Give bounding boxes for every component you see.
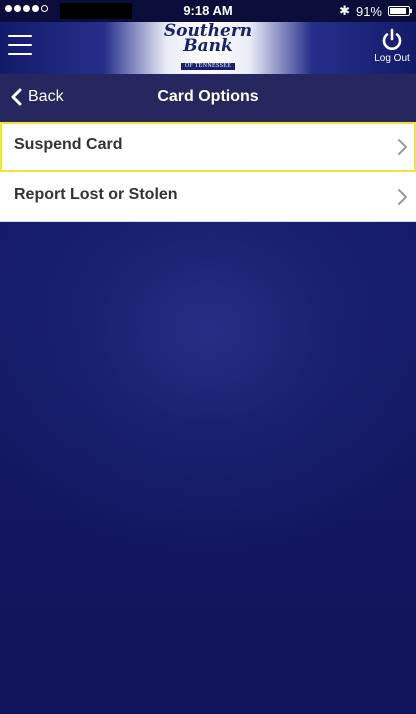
logo-line3: OF TENNESSEE [180, 63, 236, 70]
battery-icon [388, 6, 412, 16]
battery-percent: 91% [355, 3, 382, 19]
chevron-right-icon [398, 189, 407, 205]
page-title: Card Options [157, 88, 259, 105]
hamburger-menu-icon[interactable] [8, 35, 32, 55]
bank-logo: Southern Bank OF TENNESSEE [158, 23, 258, 72]
status-bar: 9:18 AM ✱ 91% [0, 0, 416, 22]
chevron-right-icon [398, 139, 407, 155]
report-lost-stolen-option[interactable]: Report Lost or Stolen [0, 172, 416, 222]
app-screen: 9:18 AM ✱ 91% Southern Bank OF TENNESSEE… [0, 0, 416, 714]
nav-bar: Back Card Options [0, 74, 416, 122]
option-label: Suspend Card [14, 136, 123, 153]
logo-line2: Bank [183, 36, 233, 56]
card-options-list: Suspend Card Report Lost or Stolen [0, 122, 416, 222]
option-label: Report Lost or Stolen [14, 186, 178, 203]
status-right: ✱ 91% [339, 3, 412, 19]
logout-button[interactable]: Log Out [374, 28, 410, 64]
logout-label: Log Out [374, 53, 410, 64]
bluetooth-icon: ✱ [339, 3, 350, 18]
power-icon [382, 28, 402, 50]
app-header: Southern Bank OF TENNESSEE Log Out [0, 22, 416, 74]
suspend-card-option[interactable]: Suspend Card [0, 122, 416, 172]
